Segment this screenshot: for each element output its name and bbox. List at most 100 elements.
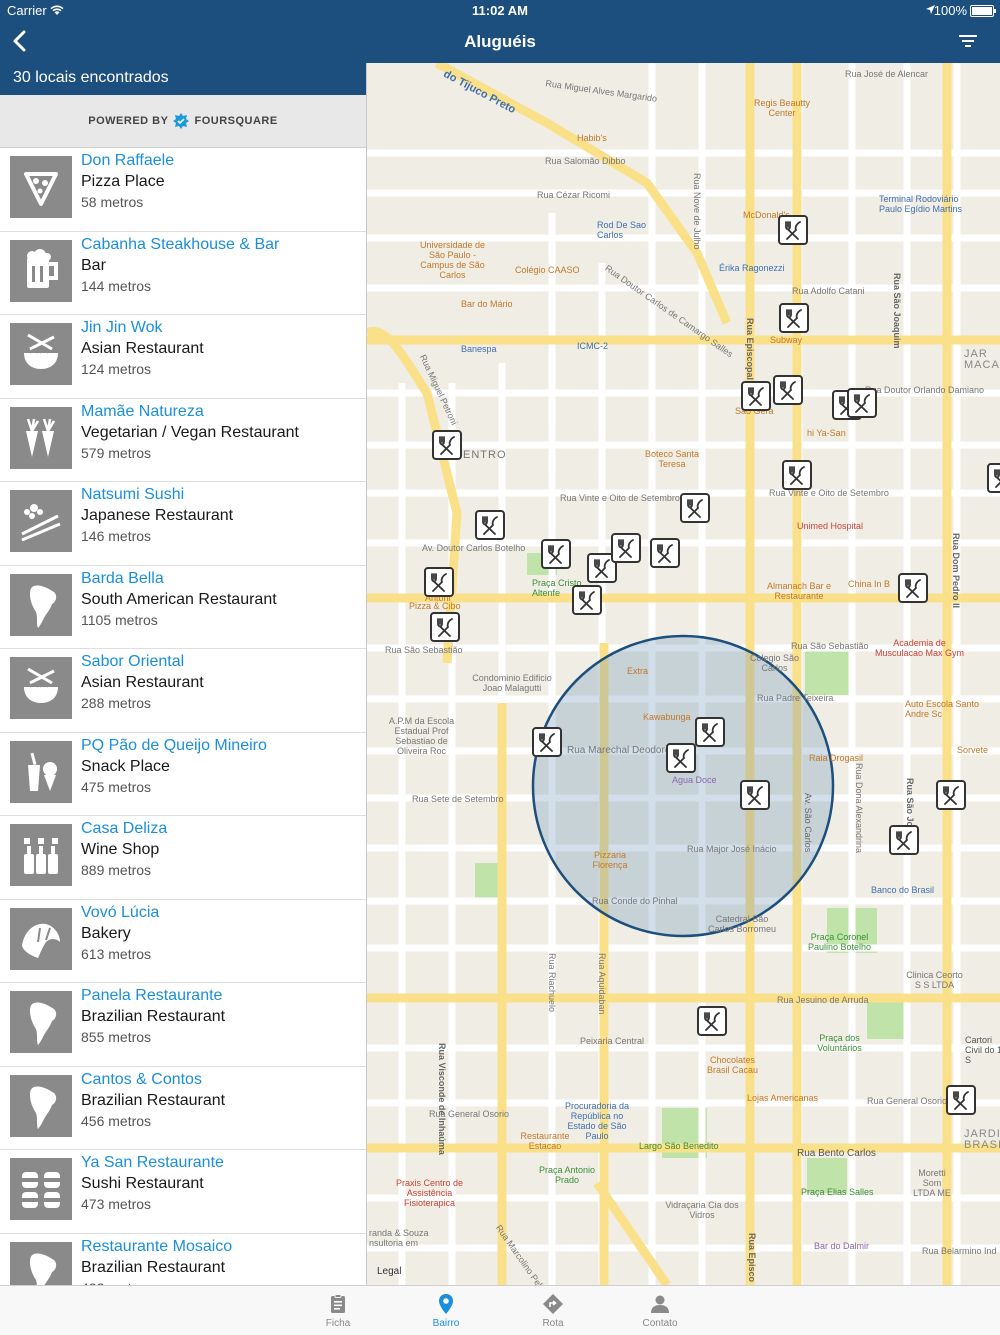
restaurant-pin-icon[interactable]	[740, 780, 770, 810]
place-distance: 1105 metros	[81, 611, 158, 628]
list-item[interactable]: PQ Pão de Queijo Mineiro Snack Place 475 m…	[0, 733, 366, 816]
map-label: China In B	[848, 579, 891, 589]
tab-ficha[interactable]: Ficha	[298, 1286, 378, 1335]
restaurant-pin-icon[interactable]	[779, 303, 809, 333]
map-label: Peixaria Central	[580, 1036, 645, 1046]
search-radius	[531, 634, 835, 938]
place-name[interactable]: Cabanha Steakhouse & Bar	[81, 236, 279, 254]
map-label: Rua Episco	[747, 1233, 757, 1283]
map-label: Rua José de Alencar	[845, 69, 929, 79]
place-name[interactable]: Sabor Oriental	[81, 653, 184, 671]
map-label: Agua Doce	[672, 775, 717, 785]
place-distance: 58 metros	[81, 194, 144, 210]
list-item[interactable]: Vovó Lúcia Bakery 613 metros	[0, 900, 366, 983]
map-view[interactable]: Rua José de Alencar Rua Miguel Alves Mar…	[367, 63, 1000, 1285]
tab-rota[interactable]: Rota	[513, 1286, 593, 1335]
restaurant-pin-icon[interactable]	[475, 510, 505, 540]
map-label: Rua Dona Alexandrina	[854, 763, 864, 854]
restaurant-pin-icon[interactable]	[898, 573, 928, 603]
list-item[interactable]: Ya San Restaurante Sushi Restaurant 473 me…	[0, 1150, 366, 1234]
place-name[interactable]: Natsumi Sushi	[81, 486, 184, 504]
map-label: Érika Ragonezzi	[719, 263, 785, 273]
place-name[interactable]: Ya San Restaurante	[81, 1154, 224, 1172]
restaurant-pin-icon[interactable]	[666, 743, 696, 773]
list-item[interactable]: Sabor Oriental Asian Restaurant 288 metros	[0, 649, 366, 733]
restaurant-pin-icon[interactable]	[541, 539, 571, 569]
map-label: randa & Souza nsultoria em	[369, 1228, 429, 1248]
battery-icon	[970, 5, 996, 17]
restaurant-pin-icon[interactable]	[847, 388, 877, 418]
restaurant-pin-icon[interactable]	[889, 825, 919, 855]
map-label: Unimed Hospital	[797, 521, 864, 531]
chopsticks-icon	[10, 490, 72, 552]
status-bar: Carrier 11:02 AM 100%	[0, 0, 1000, 22]
map-label: Rua Conde do Pinhal	[592, 896, 678, 906]
list-item[interactable]: Natsumi Sushi Japanese Restaurant 146 metr…	[0, 482, 366, 566]
restaurant-pin-icon[interactable]	[987, 463, 1000, 493]
list-item[interactable]: Cantos & Contos Brazilian Restaurant 456 m…	[0, 1067, 366, 1150]
filter-button[interactable]	[956, 31, 980, 51]
restaurant-pin-icon[interactable]	[778, 215, 808, 245]
restaurant-pin-icon[interactable]	[695, 717, 725, 747]
tab-bar: Ficha Bairro Rota Contato	[0, 1285, 1000, 1335]
restaurant-pin-icon[interactable]	[650, 538, 680, 568]
place-name[interactable]: Don Raffaele	[81, 152, 174, 170]
restaurant-pin-icon[interactable]	[773, 375, 803, 405]
map-label: Clinica Ceorto S S LTDA	[906, 970, 963, 990]
place-category: Vegetarian / Vegan Restaurant	[81, 423, 299, 441]
map-label: Chocolates Brasil Cacau	[706, 1055, 759, 1075]
restaurant-pin-icon[interactable]	[680, 493, 710, 523]
map-label: Rua Vinte e Oito de Setembro	[560, 493, 680, 503]
list-item[interactable]: Mamãe Natureza Vegetarian / Vegan Restaur…	[0, 399, 366, 482]
restaurant-pin-icon[interactable]	[611, 533, 641, 563]
list-item[interactable]: Cabanha Steakhouse & Bar Bar 144 metros	[0, 232, 366, 315]
list-item[interactable]: Panela Restaurante Brazilian Restaurant 85…	[0, 983, 366, 1067]
map-legal-link[interactable]: Legal	[377, 1266, 401, 1277]
carrot-icon	[10, 406, 72, 469]
restaurant-pin-icon[interactable]	[741, 381, 771, 411]
list-item[interactable]: Restaurante MosaicoBrazilian Restaurant4…	[0, 1234, 366, 1285]
restaurant-pin-icon[interactable]	[572, 585, 602, 615]
list-item[interactable]: Don Raffaele Pizza Place 58 metros	[0, 148, 366, 232]
tab-contato[interactable]: Contato	[620, 1286, 700, 1335]
place-distance: 124 metros	[81, 361, 152, 377]
place-category: Brazilian Restaurant	[81, 1008, 226, 1025]
map-label: Banespa	[461, 344, 497, 354]
place-name[interactable]: Panela Restaurante	[81, 987, 222, 1005]
restaurant-pin-icon[interactable]	[432, 430, 462, 460]
tab-bairro[interactable]: Bairro	[406, 1286, 486, 1335]
map-label: Auto Escola Santo Andre Sc	[905, 699, 980, 719]
map-label: Rua Cézar Ricomi	[537, 190, 611, 200]
restaurant-pin-icon[interactable]	[946, 1085, 976, 1115]
place-distance: 855 metros	[81, 1029, 152, 1045]
place-name[interactable]: PQ Pão de Queijo Mineiro	[81, 737, 267, 755]
map-label: Praça Antonio Prado	[538, 1165, 596, 1185]
place-name[interactable]: Mamãe Natureza	[81, 403, 204, 421]
restaurant-pin-icon[interactable]	[782, 460, 812, 490]
list-item[interactable]: Casa Deliza Wine Shop 889 metros	[0, 816, 366, 900]
powered-by-foursquare: POWERED BY FOURSQUARE	[0, 95, 366, 148]
map-label: hi Ya-San	[807, 428, 846, 438]
restaurant-pin-icon[interactable]	[697, 1006, 727, 1036]
place-name[interactable]: Jin Jin Wok	[81, 319, 163, 337]
map-label: Regis Beautty Center	[753, 98, 811, 118]
south-america-icon	[10, 573, 72, 636]
place-name[interactable]: Cantos & Contos	[81, 1071, 202, 1089]
place-name[interactable]: Barda Bella	[81, 570, 164, 588]
restaurant-pin-icon[interactable]	[532, 727, 562, 757]
restaurant-pin-icon[interactable]	[424, 567, 454, 597]
place-name[interactable]: Vovó Lúcia	[81, 904, 159, 922]
place-name[interactable]: Casa Deliza	[81, 820, 167, 838]
restaurant-pin-icon[interactable]	[430, 612, 460, 642]
beer-mug-icon	[10, 239, 72, 302]
map-label: ENTRO	[463, 449, 507, 461]
back-button[interactable]	[8, 28, 32, 54]
list-item[interactable]: Barda Bella South American Restaurant 1105…	[0, 566, 366, 649]
wine-bottles-icon	[10, 824, 72, 886]
map-label: Rua São Sebastião	[791, 641, 869, 651]
list-item[interactable]: Jin Jin Wok Asian Restaurant 124 metros	[0, 315, 366, 399]
south-america-icon	[10, 1241, 72, 1285]
restaurant-pin-icon[interactable]	[936, 780, 966, 810]
place-distance: 144 metros	[81, 277, 152, 294]
place-name[interactable]: Restaurante Mosaico	[81, 1238, 232, 1256]
